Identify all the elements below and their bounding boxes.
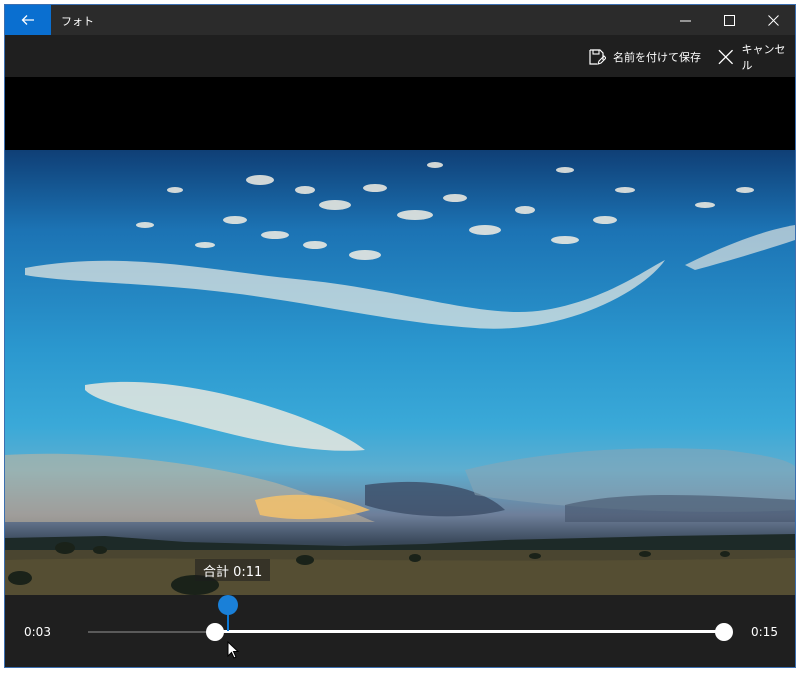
trim-start-time: 0:03 bbox=[24, 625, 51, 639]
close-icon bbox=[718, 49, 734, 65]
title-bar: フォト bbox=[5, 5, 795, 35]
trim-end-time: 0:15 bbox=[751, 625, 778, 639]
video-preview[interactable]: 合計 0:11 bbox=[5, 77, 795, 595]
maximize-button[interactable] bbox=[707, 5, 751, 35]
minimize-button[interactable] bbox=[663, 5, 707, 35]
photos-app-window: フォト 名前を付けて保存 キャンセル 合計 0:11 0:03 0:15 bbox=[4, 4, 796, 668]
arrow-left-icon bbox=[21, 15, 34, 25]
save-as-icon bbox=[589, 49, 606, 65]
close-icon bbox=[767, 14, 779, 26]
save-as-label: 名前を付けて保存 bbox=[613, 51, 701, 64]
save-as-button[interactable]: 名前を付けて保存 bbox=[588, 46, 701, 68]
cancel-label: キャンセル bbox=[741, 43, 786, 72]
trim-timeline: 0:03 0:15 bbox=[5, 595, 795, 667]
back-button[interactable] bbox=[5, 5, 51, 35]
video-frame-image bbox=[5, 150, 795, 595]
maximize-icon bbox=[723, 14, 735, 26]
trim-end-handle[interactable] bbox=[715, 623, 733, 641]
command-bar: 名前を付けて保存 キャンセル bbox=[5, 35, 795, 77]
trim-selection-track bbox=[215, 630, 724, 633]
minimize-icon bbox=[679, 20, 691, 21]
trim-start-handle[interactable] bbox=[206, 623, 225, 641]
playhead-handle[interactable] bbox=[217, 595, 238, 615]
total-duration-label: 合計 0:11 bbox=[195, 559, 271, 581]
cancel-button[interactable]: キャンセル bbox=[717, 43, 795, 72]
mouse-cursor-icon bbox=[227, 641, 239, 659]
close-button[interactable] bbox=[751, 5, 795, 35]
window-title: フォト bbox=[61, 15, 94, 28]
